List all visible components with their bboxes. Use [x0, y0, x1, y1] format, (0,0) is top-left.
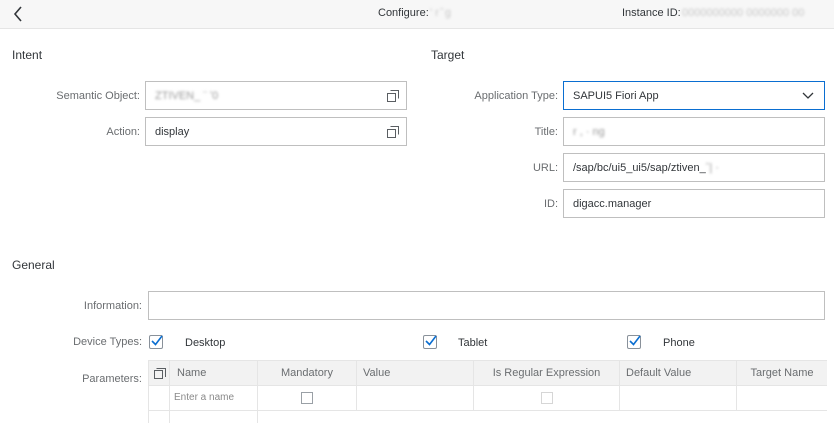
semantic-object-field[interactable]: ZTIVEN_ ¨ ʹ0: [145, 81, 407, 110]
header-bar: Configure: ' r ̌ g Instance ID: 00000000…: [0, 0, 834, 29]
application-type-select[interactable]: SAPUI5 Fiori App: [563, 81, 825, 110]
column-header-default-value[interactable]: Default Value: [620, 361, 737, 386]
id-field[interactable]: digacc.manager: [563, 189, 825, 218]
title-value: r , · ng: [573, 126, 605, 138]
information-label: Information:: [83, 300, 142, 312]
mandatory-cell: [258, 386, 357, 410]
chevron-down-icon: [802, 92, 814, 99]
back-button[interactable]: [6, 3, 30, 25]
chevron-left-icon: [13, 6, 22, 22]
id-label: ID:: [543, 198, 558, 210]
phone-checkbox[interactable]: [627, 335, 641, 349]
action-label: Action:: [106, 126, 140, 138]
parameters-label: Parameters:: [82, 373, 142, 385]
copy-icon[interactable]: [154, 368, 166, 380]
desktop-checkbox-label: Desktop: [185, 337, 226, 349]
column-header-value[interactable]: Value: [357, 361, 474, 386]
configure-label: Configure:: [378, 7, 429, 19]
id-value: digacc.manager: [573, 198, 652, 210]
is-regex-cell: [474, 386, 620, 410]
row-selector[interactable]: [149, 386, 170, 410]
phone-checkbox-label: Phone: [663, 337, 695, 349]
tablet-checkbox[interactable]: [423, 335, 437, 349]
device-types-label: Device Types:: [73, 336, 142, 348]
target-name-cell[interactable]: [737, 386, 827, 410]
parameters-table: Name Mandatory Value Is Regular Expressi…: [148, 360, 827, 423]
configure-value: ' r ̌ g: [430, 7, 452, 19]
information-field[interactable]: [148, 291, 825, 320]
checkmark-icon: [151, 335, 163, 346]
semantic-object-value: ZTIVEN_ ¨ ʹ0: [155, 90, 219, 102]
general-section-title: General: [12, 258, 55, 272]
table-header: Name Mandatory Value Is Regular Expressi…: [149, 360, 827, 386]
semantic-object-label: Semantic Object:: [56, 90, 140, 102]
checkmark-icon: [425, 335, 437, 346]
checkmark-icon: [629, 335, 641, 346]
value-help-icon[interactable]: [387, 90, 399, 102]
column-header-mandatory[interactable]: Mandatory: [258, 361, 357, 386]
value-help-icon[interactable]: [387, 126, 399, 138]
application-type-value: SAPUI5 Fiori App: [573, 90, 659, 102]
name-input-placeholder: Enter a name: [174, 392, 235, 403]
is-regex-checkbox: [541, 392, 553, 404]
column-header-name[interactable]: Name: [170, 361, 258, 386]
url-label: URL:: [532, 162, 558, 174]
url-value-visible: /sap/bc/ui5_ui5/sap/ztiven_: [573, 162, 706, 174]
default-value-cell[interactable]: [620, 386, 737, 410]
column-header-is-regex[interactable]: Is Regular Expression: [474, 361, 620, 386]
url-value: /sap/bc/ui5_ui5/sap/ztiven_ˆ| ·: [573, 162, 719, 174]
name-cell[interactable]: [170, 411, 258, 423]
mandatory-checkbox[interactable]: [301, 392, 313, 404]
tablet-checkbox-label: Tablet: [458, 337, 488, 349]
title-field[interactable]: r , · ng: [563, 117, 825, 146]
instance-id-label: Instance ID:: [622, 7, 681, 19]
table-row: Enter a name: [149, 386, 827, 411]
name-cell[interactable]: Enter a name: [170, 386, 258, 410]
value-cell[interactable]: [357, 386, 474, 410]
table-row: [149, 411, 827, 423]
action-value: display: [155, 126, 190, 138]
intent-section-title: Intent: [12, 48, 43, 62]
title-label: Title:: [534, 126, 558, 138]
url-value-hidden: ˆ| ·: [705, 162, 719, 174]
desktop-checkbox[interactable]: [149, 335, 163, 349]
column-header-target-name[interactable]: Target Name: [737, 361, 827, 386]
url-field[interactable]: /sap/bc/ui5_ui5/sap/ztiven_ˆ| ·: [563, 153, 825, 182]
target-section-title: Target: [431, 48, 465, 62]
action-field[interactable]: display: [145, 117, 407, 146]
instance-id-value: 0000000000 0000000 00: [682, 7, 805, 19]
column-select-all[interactable]: [149, 361, 170, 386]
row-selector[interactable]: [149, 411, 170, 423]
application-type-label: Application Type:: [474, 90, 558, 102]
